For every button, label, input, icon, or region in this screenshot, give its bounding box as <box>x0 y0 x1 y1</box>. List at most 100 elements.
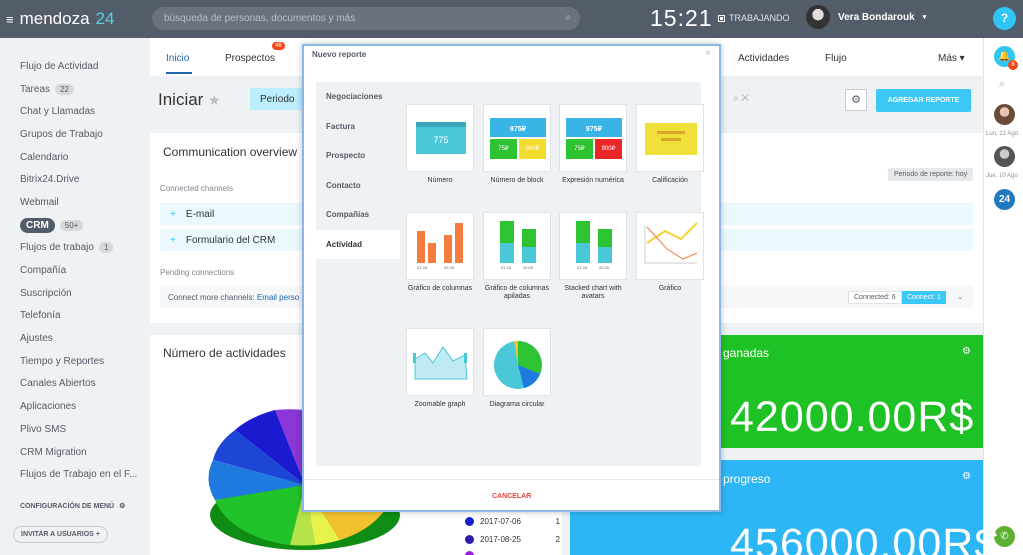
chevron-down-icon[interactable]: ⌄ <box>957 292 964 301</box>
invite-users-button[interactable]: INVITAR A USUARIOS + <box>13 526 108 543</box>
legend-date: 2017-08-25 <box>480 535 521 544</box>
chart-option-calificacion[interactable]: Calificación <box>636 104 704 185</box>
chart-option-grafico[interactable]: Gráfico <box>636 212 704 293</box>
search-input[interactable]: búsqueda de personas, documentos y más ⌕ <box>152 7 580 30</box>
search-placeholder: búsqueda de personas, documentos y más <box>164 13 356 24</box>
email-link[interactable]: Email perso <box>257 293 299 302</box>
chart-option-numero[interactable]: 775 Número <box>406 104 474 185</box>
tab-mas[interactable]: Más ▾ <box>938 53 965 64</box>
sidebar-item[interactable]: Canales Abiertos <box>0 373 150 396</box>
settings-button[interactable]: ⚙ <box>845 89 867 111</box>
report-category-item[interactable]: Prospecto <box>316 141 400 171</box>
gear-icon[interactable]: ⚙ <box>962 471 971 482</box>
sidebar-item[interactable]: Telefonía <box>0 305 150 328</box>
search-icon[interactable]: ⌕ <box>565 12 571 23</box>
sidebar-item[interactable]: Suscripción <box>0 282 150 305</box>
sidebar-item[interactable]: Plivo SMS <box>0 418 150 441</box>
report-category-item[interactable]: Contacto <box>316 171 400 201</box>
sidebar-item[interactable]: CRM Migration <box>0 441 150 464</box>
report-category-item[interactable]: Actividad <box>316 229 400 259</box>
logo[interactable]: ≡ mendoza 24 <box>6 9 114 29</box>
column-bar <box>417 231 425 263</box>
sidebar: Flujo de Actividad Tareas 22 Chat y Llamada… <box>0 38 150 555</box>
period-filter[interactable]: Periodo <box>250 88 310 110</box>
line-graph-icon <box>644 222 698 264</box>
chart-option-columnas-apiladas[interactable]: 01.05 02.05 Gráfico de columnas apiladas <box>483 212 551 301</box>
chart-option-stacked-avatars[interactable]: 01.05 02.05 Stacked chart with avatars <box>559 212 627 301</box>
report-category-item[interactable]: Factura <box>316 112 400 142</box>
chart-option-expresion-numerica[interactable]: 975₽ 75₽ 900₽ Expresión numérica <box>559 104 627 185</box>
sidebar-item-label: Flujo de Actividad <box>20 60 99 72</box>
connect-button[interactable]: Connect: 1 <box>902 291 946 304</box>
sidebar-item-badge: 22 <box>55 83 74 95</box>
sidebar-menu: Flujo de Actividad Tareas 22 Chat y Llamada… <box>0 38 150 486</box>
sidebar-item[interactable]: Flujo de Actividad <box>0 55 150 78</box>
chart-option-diagrama-circular[interactable]: Diagrama circular <box>483 328 551 409</box>
tab-prospectos[interactable]: Prospectos <box>225 53 275 64</box>
legend-count: 2 <box>555 535 560 544</box>
chart-option-numero-de-block[interactable]: 975₽ 75₽ 900₽ Número de block <box>483 104 551 185</box>
divider <box>304 479 719 480</box>
block-left: 75₽ <box>566 139 593 159</box>
sidebar-item[interactable]: Chat y Llamadas <box>0 100 150 123</box>
sidebar-item-label: Grupos de Trabajo <box>20 128 103 140</box>
help-button[interactable]: ? <box>993 7 1016 30</box>
sidebar-item[interactable]: Grupos de Trabajo <box>0 123 150 146</box>
sidebar-item-label: Bitrix24.Drive <box>20 174 80 186</box>
sidebar-item-badge: 50+ <box>59 219 84 231</box>
stack-bottom <box>598 247 612 263</box>
menu-config-link[interactable]: CONFIGURACIÓN DE MENÚ ⚙ <box>20 502 125 511</box>
stack-top <box>598 229 612 247</box>
sidebar-item[interactable]: Webmail <box>0 191 150 214</box>
sidebar-item[interactable]: Bitrix24.Drive <box>0 168 150 191</box>
tab-inicio[interactable]: Inicio <box>166 53 189 64</box>
star-icon[interactable]: ★ <box>208 92 221 109</box>
sidebar-item[interactable]: Flujos de trabajo 1 <box>0 237 150 260</box>
report-category-item[interactable]: Negociaciones <box>316 82 400 112</box>
report-category-item[interactable]: Compañías <box>316 200 400 230</box>
sidebar-item[interactable]: Flujos de Trabajo en el F... <box>0 463 150 486</box>
chart-option-label: Calificación <box>652 177 688 184</box>
user-menu[interactable]: Vera Bondarouk ▾ <box>806 5 926 29</box>
chart-option-label: Número <box>427 177 453 184</box>
sidebar-item[interactable]: Compañía <box>0 259 150 282</box>
tab-actividades[interactable]: Actividades <box>738 53 789 64</box>
sidebar-item-label: Calendario <box>20 151 69 163</box>
chart-option-grafico-de-columnas[interactable]: 01.05 02.05 Gráfico de columnas <box>406 212 474 293</box>
bitrix24-chat-icon[interactable]: 24 <box>994 189 1015 210</box>
cancel-button[interactable]: CANCELAR <box>492 493 531 500</box>
menu-icon[interactable]: ≡ <box>6 12 14 27</box>
logo-number: 24 <box>95 9 115 28</box>
x-tick: 01.05 <box>501 265 512 270</box>
invite-label: INVITAR A USUARIOS <box>21 531 94 538</box>
sidebar-item-label: Plivo SMS <box>20 423 67 435</box>
filter-search-clear-icon[interactable]: ⌕ ✕ <box>733 93 749 104</box>
legend-swatch <box>465 535 474 544</box>
work-status[interactable]: TRABAJANDO <box>718 13 790 23</box>
tab-mas-label: Más <box>938 53 957 64</box>
avatar[interactable] <box>994 104 1015 125</box>
menu-config-label: CONFIGURACIÓN DE MENÚ <box>20 502 115 510</box>
sidebar-item[interactable]: Tareas 22 <box>0 78 150 101</box>
search-icon[interactable]: ⌕ <box>999 78 1005 91</box>
avatar[interactable] <box>994 146 1015 167</box>
legend-item: 2017-07-06 1 <box>465 517 560 526</box>
chart-option-zoomable-graph[interactable]: Zoomable graph <box>406 328 474 409</box>
sidebar-item[interactable]: Calendario <box>0 146 150 169</box>
column-bar <box>455 223 463 263</box>
sidebar-item[interactable]: Aplicaciones <box>0 395 150 418</box>
sidebar-item[interactable]: Tiempo y Reportes <box>0 350 150 373</box>
x-tick: 02.05 <box>444 265 455 270</box>
tab-flujo[interactable]: Flujo <box>825 53 847 64</box>
sidebar-item[interactable]: Ajustes <box>0 327 150 350</box>
logo-text: mendoza <box>19 9 90 28</box>
block-right: 900₽ <box>595 139 622 159</box>
gear-icon[interactable]: ⚙ <box>962 346 971 357</box>
x-tick: 01.05 <box>577 265 588 270</box>
chart-option-label: Gráfico <box>658 285 682 292</box>
number-header <box>416 122 466 127</box>
add-report-button[interactable]: AGREGAR REPORTE <box>876 89 971 112</box>
close-icon[interactable]: × <box>705 48 711 59</box>
sidebar-item[interactable]: CRM 50+ <box>0 214 150 237</box>
chart-thumbnail <box>483 328 551 396</box>
